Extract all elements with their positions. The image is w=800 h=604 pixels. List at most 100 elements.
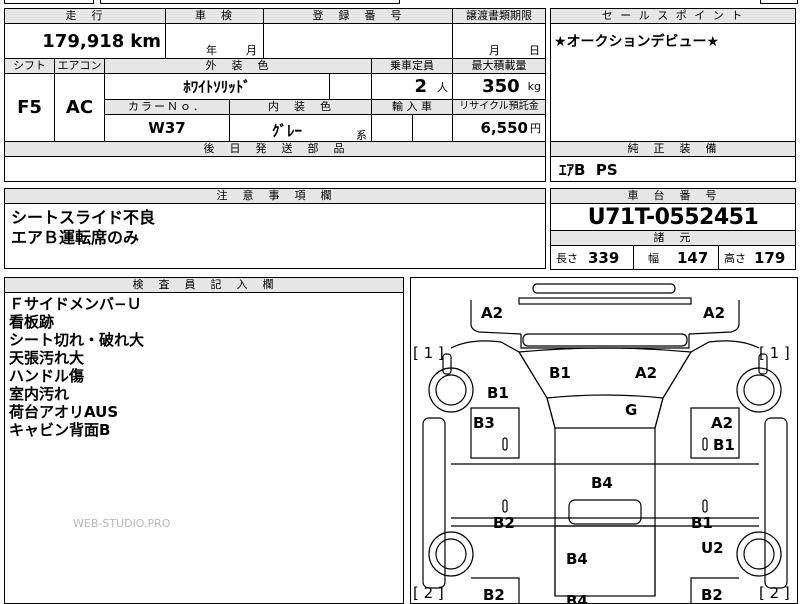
registration-header: 登 録 番 号 (263, 8, 453, 24)
inspection-cell: 年 月 (165, 23, 264, 59)
transfer-month-label: 月 (489, 44, 500, 57)
inspection-month-label: 月 (246, 44, 257, 57)
mileage-unit: km (130, 30, 161, 52)
damage-mark: B2 (493, 514, 515, 532)
spec-length-cell: 長さ 339 (550, 245, 634, 270)
damage-mark: [ 1 ] (413, 344, 444, 362)
damage-mark: A2 (703, 304, 726, 322)
damage-mark: B1 (691, 514, 713, 532)
capacity-cell: 2 人 (371, 73, 453, 100)
damage-mark: [ 2 ] (413, 584, 444, 602)
capacity-unit: 人 (437, 80, 448, 94)
genuine-equipment-header: 純 正 装 備 (550, 141, 796, 157)
import-car-cell-a (371, 114, 413, 142)
notes-cell: シートスライド不良 エアＢ運転席のみ (4, 203, 546, 269)
inspection-header: 車 検 (165, 8, 264, 24)
chassis-cell: U71T-0552451 (550, 203, 796, 231)
aircon-value: AC (65, 97, 94, 118)
genuine-equipment-cell: ｴｱB PS (550, 156, 796, 182)
recycle-fee-value: 6,550 (480, 119, 528, 137)
inspector-line: 看板跡 (9, 313, 55, 331)
transfer-deadline-header: 譲渡書類期限 (452, 8, 546, 24)
specs-header: 諸 元 (550, 230, 796, 246)
chassis-value: U71T-0552451 (587, 204, 759, 230)
genuine-equipment-value: ｴｱB PS (559, 160, 618, 179)
interior-color-value: ｸﾞﾚｰ (272, 122, 303, 140)
recycle-fee-unit: 円 (530, 122, 541, 135)
damage-mark: A2 (711, 414, 734, 432)
spec-width-label: 幅 (648, 251, 659, 265)
import-car-header: 輸 入 車 (371, 99, 453, 115)
shift-value: F5 (17, 97, 42, 118)
color-no-value: W37 (148, 119, 186, 137)
inspector-cell: Ｆサイドメンバ−Ｕ 看板跡 シート切れ・破れ大 天張汚れ大 ハンドル傷 室内汚れ… (4, 292, 404, 604)
top-edge-cell (760, 0, 798, 4)
shift-header: シフト (4, 58, 55, 74)
damage-mark: [ 2 ] (759, 584, 790, 602)
damage-mark: B1 (487, 384, 509, 402)
damage-mark: [ 1 ] (759, 344, 790, 362)
spec-height-label: 高さ (724, 251, 746, 265)
capacity-header: 乗車定員 (371, 58, 453, 74)
max-load-value: 350 (482, 76, 520, 97)
inspector-header: 検 査 員 記 入 欄 (4, 277, 404, 293)
damage-mark: U2 (701, 539, 724, 557)
damage-mark: G (625, 401, 638, 419)
import-car-cell-b (412, 114, 453, 142)
top-edge-cell (100, 0, 400, 4)
registration-cell (263, 23, 453, 59)
spec-height-cell: 高さ 179 (718, 245, 796, 270)
damage-mark: B4 (591, 474, 613, 492)
mileage-cell: 179,918 km (4, 23, 166, 59)
top-edge-cell (4, 0, 94, 4)
chassis-header: 車 台 番 号 (550, 188, 796, 204)
transfer-deadline-cell: 月 日 (452, 23, 546, 59)
vehicle-diagram: A2 A2 [ 1 ] [ 1 ] B1 B1 A2 G B3 A2 B1 B4… (410, 277, 798, 604)
max-load-header: 最大積載量 (452, 58, 546, 74)
transfer-day-label: 日 (529, 44, 540, 57)
notes-line: シートスライド不良 (11, 208, 156, 227)
inspector-line: シート切れ・破れ大 (9, 331, 145, 349)
spec-width-cell: 幅 147 (633, 245, 719, 270)
spec-length-value: 339 (588, 248, 620, 267)
watermark: WEB-STUDIO.PRO (73, 517, 171, 530)
capacity-value: 2 (414, 76, 427, 97)
exterior-color-extra (329, 73, 372, 100)
recycle-fee-cell: 6,550 円 (452, 114, 546, 142)
sales-point-cell: ★オークションデビュー★ (550, 23, 796, 142)
later-parts-cell (4, 156, 546, 182)
damage-mark: B1 (713, 436, 735, 454)
damage-mark: B4 (566, 550, 588, 568)
color-no-cell: W37 (104, 114, 230, 142)
spec-width-value: 147 (677, 248, 709, 267)
damage-mark: B4 (566, 592, 588, 604)
aircon-cell: AC (54, 73, 105, 142)
damage-mark: B2 (483, 586, 505, 604)
exterior-color-cell: ﾎﾜｲﾄｿﾘｯﾄﾞ (104, 73, 330, 100)
inspection-year-label: 年 (206, 44, 217, 57)
recycle-fee-header: リサイクル預託金 (452, 99, 546, 115)
inspector-line: 天張汚れ大 (9, 349, 85, 367)
inspector-line: 室内汚れ (9, 385, 70, 403)
notes-line: エアＢ運転席のみ (11, 228, 140, 247)
sales-point-text: ★オークションデビュー★ (554, 34, 720, 50)
exterior-color-value: ﾎﾜｲﾄｿﾘｯﾄﾞ (183, 78, 251, 96)
later-parts-header: 後 日 発 送 部 品 (4, 141, 546, 157)
max-load-unit: kg (527, 80, 541, 93)
interior-color-header: 内 装 色 (229, 99, 372, 115)
spec-height-value: 179 (754, 248, 786, 267)
inspector-line: キャビン背面B (9, 421, 111, 439)
sales-point-header: セ ー ル ス ポ イ ン ト (550, 8, 796, 24)
damage-mark: B2 (701, 586, 723, 604)
aircon-header: エアコン (54, 58, 105, 74)
truck-outline (422, 283, 788, 603)
spec-length-label: 長さ (556, 251, 578, 265)
notes-header: 注 意 事 項 欄 (4, 188, 546, 204)
inspector-line: Ｆサイドメンバ−Ｕ (9, 295, 142, 313)
damage-mark: B3 (473, 414, 495, 432)
inspector-line: 荷台アオリAUS (9, 403, 119, 421)
mileage-header: 走 行 (4, 8, 166, 24)
inspector-line: ハンドル傷 (9, 367, 85, 385)
exterior-color-header: 外 装 色 (104, 58, 372, 74)
mileage-value: 179,918 (42, 30, 125, 52)
